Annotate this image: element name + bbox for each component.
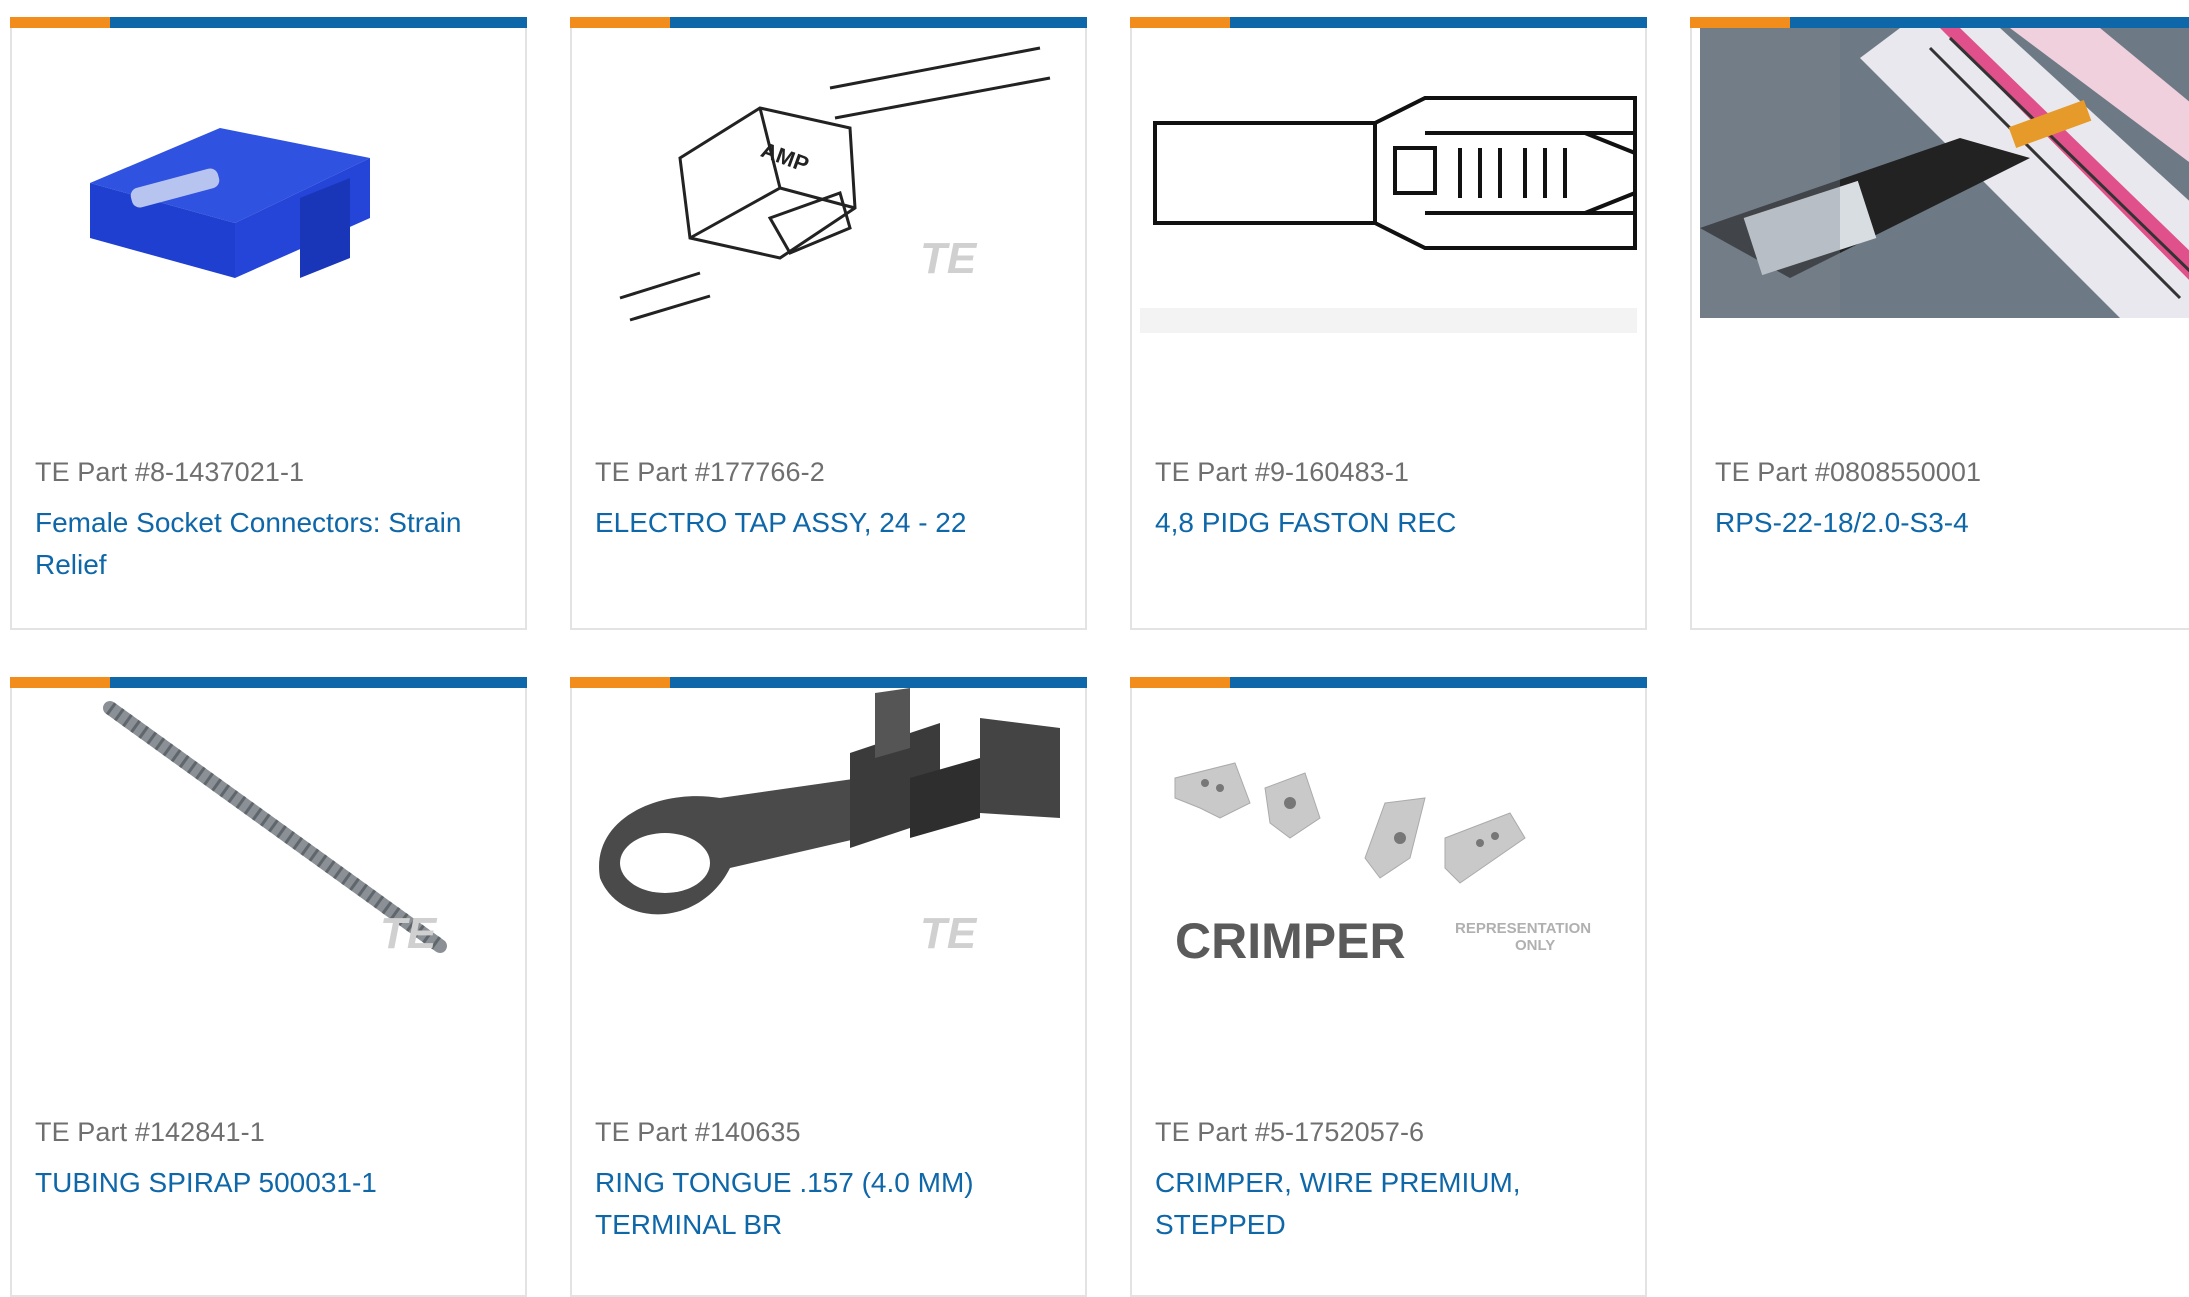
svg-text:CRIMPER: CRIMPER (1175, 913, 1406, 969)
strain-relief-image[interactable]: TE (20, 28, 517, 333)
product-card[interactable]: AMP TE TE Part #177766-2 ELECTRO TAP ASS… (570, 17, 1087, 630)
product-title-link[interactable]: TUBING SPIRAP 500031-1 (35, 1162, 505, 1204)
svg-text:TE: TE (920, 909, 978, 958)
product-title-link[interactable]: RING TONGUE .157 (4.0 MM) TERMINAL BR (595, 1162, 1065, 1246)
card-accent-bar (10, 677, 527, 688)
product-card[interactable]: TE TE Part #142841-1 TUBING SPIRAP 50003… (10, 677, 527, 1297)
product-title-link[interactable]: RPS-22-18/2.0-S3-4 (1715, 502, 2185, 544)
card-accent-bar (570, 677, 1087, 688)
product-title-link[interactable]: ELECTRO TAP ASSY, 24 - 22 (595, 502, 1065, 544)
svg-text:REPRESENTATION: REPRESENTATION (1455, 920, 1591, 937)
marker-sleeve-photo[interactable] (1700, 28, 2189, 318)
product-card[interactable]: CRIMPER REPRESENTATION ONLY TE Part #5-1… (1130, 677, 1647, 1297)
part-number: TE Part #5-1752057-6 (1155, 1117, 1425, 1147)
svg-text:TE: TE (920, 234, 978, 283)
part-number: TE Part #140635 (595, 1117, 801, 1147)
product-title-link[interactable]: Female Socket Connectors: Strain Relief (35, 502, 505, 586)
electro-tap-image[interactable]: AMP TE (580, 28, 1077, 333)
part-number: TE Part #0808550001 (1715, 457, 1982, 487)
card-accent-bar (1130, 17, 1647, 28)
ring-terminal-image[interactable]: TE (580, 688, 1077, 993)
svg-text:ONLY: ONLY (1515, 937, 1555, 954)
part-number: TE Part #8-1437021-1 (35, 457, 305, 487)
card-accent-bar (1690, 17, 2189, 28)
crimper-image[interactable]: CRIMPER REPRESENTATION ONLY (1140, 688, 1637, 993)
product-title-link[interactable]: 4,8 PIDG FASTON REC (1155, 502, 1625, 544)
product-title-link[interactable]: CRIMPER, WIRE PREMIUM, STEPPED (1155, 1162, 1625, 1246)
part-number: TE Part #9-160483-1 (1155, 457, 1410, 487)
product-card[interactable]: TE TE Part #140635 RING TONGUE .157 (4.0… (570, 677, 1087, 1297)
spiral-tubing-image[interactable]: TE (20, 688, 517, 993)
faston-receptacle-image[interactable] (1140, 28, 1637, 333)
card-accent-bar (570, 17, 1087, 28)
svg-text:TE: TE (380, 909, 438, 958)
product-card[interactable]: TE Part #9-160483-1 4,8 PIDG FASTON REC (1130, 17, 1647, 630)
card-accent-bar (10, 17, 527, 28)
part-number: TE Part #142841-1 (35, 1117, 265, 1147)
product-card[interactable]: TE Part #0808550001 RPS-22-18/2.0-S3-4 (1690, 17, 2189, 630)
card-accent-bar (1130, 677, 1647, 688)
part-number: TE Part #177766-2 (595, 457, 825, 487)
product-card[interactable]: TE TE Part #8-1437021-1 Female Socket Co… (10, 17, 527, 630)
